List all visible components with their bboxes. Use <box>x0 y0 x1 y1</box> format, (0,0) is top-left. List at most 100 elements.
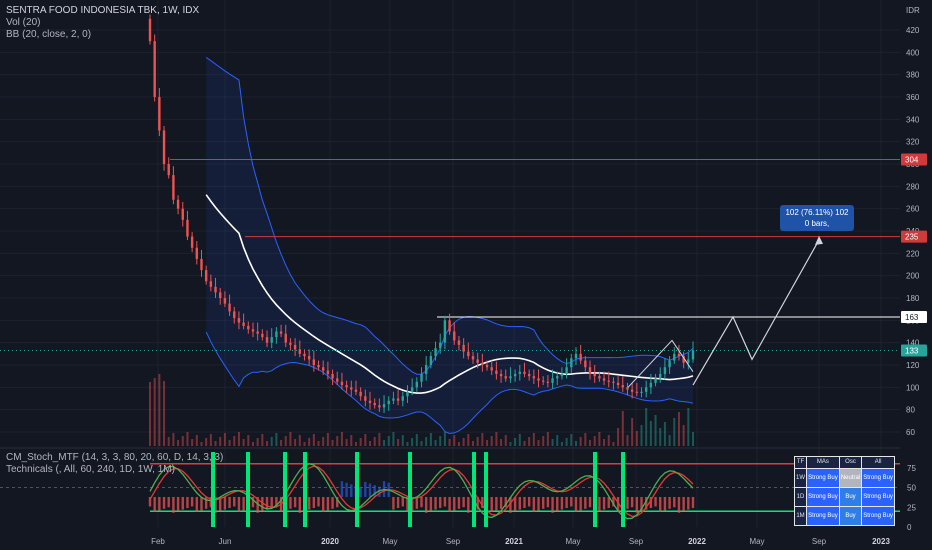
candle-body <box>387 400 390 405</box>
volume-bar <box>270 437 273 446</box>
candle-body <box>612 381 615 383</box>
candle-body <box>354 389 358 392</box>
candle-body <box>518 371 522 374</box>
candle-body <box>495 370 498 374</box>
stoch-histogram-bar <box>542 496 545 509</box>
volume-bar <box>219 437 222 446</box>
volume-bar <box>677 412 680 446</box>
price-tick-label: 100 <box>906 383 920 392</box>
candle-body <box>148 18 152 42</box>
stoch-signal-column <box>593 452 597 527</box>
candle-body <box>219 292 222 298</box>
stoch-histogram-bar <box>162 496 166 509</box>
candle-body <box>317 365 320 368</box>
candle-body <box>607 380 610 382</box>
candle-body <box>307 356 311 360</box>
volume-bar <box>640 425 643 446</box>
candle-body <box>616 382 620 386</box>
candle-body <box>453 331 456 341</box>
stoch-histogram-bar <box>439 496 442 509</box>
osc-tick-label: 75 <box>907 464 916 473</box>
bb-indicator-label[interactable]: BB (20, close, 2, 0) <box>6 29 91 41</box>
candle-body <box>542 380 545 382</box>
table-row-tf: 1W <box>793 468 808 488</box>
volume-bar <box>598 432 601 446</box>
candle-body <box>443 320 447 343</box>
candle-body <box>200 258 203 271</box>
table-cell-mas: Strong Buy <box>806 468 840 488</box>
measure-bars: 0 bars, <box>804 219 830 228</box>
volume-indicator-label[interactable]: Vol (20) <box>6 17 40 29</box>
candle-body <box>537 378 540 381</box>
volume-bar <box>158 374 161 446</box>
volume-bar <box>659 428 662 446</box>
stoch-histogram-bar <box>598 496 601 512</box>
volume-bar <box>205 438 208 446</box>
stoch-histogram-bar <box>574 496 578 512</box>
candle-body <box>691 350 695 360</box>
volume-bar <box>153 378 156 446</box>
volume-bar <box>312 434 315 446</box>
candle-body <box>331 373 334 379</box>
stoch-signal-column <box>246 452 250 527</box>
candle-body <box>504 376 507 379</box>
volume-bar <box>462 438 465 446</box>
stoch-signal-column <box>484 452 488 527</box>
candle-body <box>584 360 587 368</box>
volume-bar <box>420 441 423 446</box>
candle-body <box>649 382 653 388</box>
volume-bar <box>191 439 194 446</box>
stoch-histogram-bar <box>200 496 203 511</box>
stoch-histogram-bar <box>546 496 550 508</box>
volume-bar <box>532 433 535 446</box>
volume-bar <box>429 433 432 446</box>
stoch-histogram-bar <box>457 496 461 509</box>
table-cell-mas: Strong Buy <box>806 487 840 507</box>
candle-body <box>242 322 245 326</box>
technicals-indicator-label[interactable]: Technicals (, All, 60, 240, 1D, 1W, 1M) <box>6 464 175 476</box>
stoch-signal-column <box>408 452 412 527</box>
stoch-histogram-bar <box>396 496 400 509</box>
volume-bar <box>172 433 175 446</box>
candle-body <box>167 164 170 176</box>
stoch-histogram-bar <box>373 485 376 497</box>
stoch-histogram-bar <box>588 496 592 508</box>
candle-body <box>228 303 231 312</box>
candle-body <box>190 236 194 248</box>
candle-body <box>176 199 180 209</box>
stoch-histogram-bar <box>190 496 194 507</box>
stoch-histogram-bar <box>233 496 236 507</box>
table-header-mas: MAs <box>806 456 840 469</box>
time-axis[interactable]: Feb Jun 2020 May Sep 2021 May Sep 2022 May Sep 2023 <box>151 537 890 546</box>
price-tick-label: 420 <box>906 26 920 35</box>
price-level-tag-label: 304 <box>905 156 919 165</box>
volume-bar <box>209 434 212 446</box>
time-tick-label: 2023 <box>872 537 890 546</box>
time-tick-label: 2021 <box>505 537 523 546</box>
stoch-histogram-bar <box>364 481 367 497</box>
volume-bar <box>284 436 287 446</box>
stoch-histogram-bar <box>223 496 227 510</box>
volume-bar <box>378 433 381 446</box>
volume-bar <box>523 441 526 446</box>
stoch-histogram-bar <box>340 481 344 497</box>
candle-body <box>420 373 423 382</box>
stoch-indicator-label[interactable]: CM_Stoch_MTF (14, 3, 3, 80, 20, 60, D, 1… <box>6 452 223 464</box>
candle-body <box>457 340 461 345</box>
price-axis[interactable]: IDR4204003803603403203002802602402202001… <box>900 0 932 550</box>
candle-body <box>448 320 451 332</box>
stoch-histogram-bar <box>195 496 199 512</box>
table-row-tf: 1M <box>793 506 808 526</box>
volume-bar <box>645 408 648 446</box>
stoch-histogram-bar <box>518 496 522 510</box>
candle-body <box>289 342 292 345</box>
stoch-histogram-bar <box>532 496 536 512</box>
volume-bar <box>251 442 254 446</box>
candle-body <box>368 400 372 403</box>
stoch-histogram-bar <box>691 496 695 509</box>
candle-body <box>284 333 287 343</box>
candle-body <box>476 359 479 363</box>
stoch-histogram-bar <box>289 496 292 509</box>
candle-body <box>673 353 676 361</box>
price-tick-label: 340 <box>906 115 920 124</box>
